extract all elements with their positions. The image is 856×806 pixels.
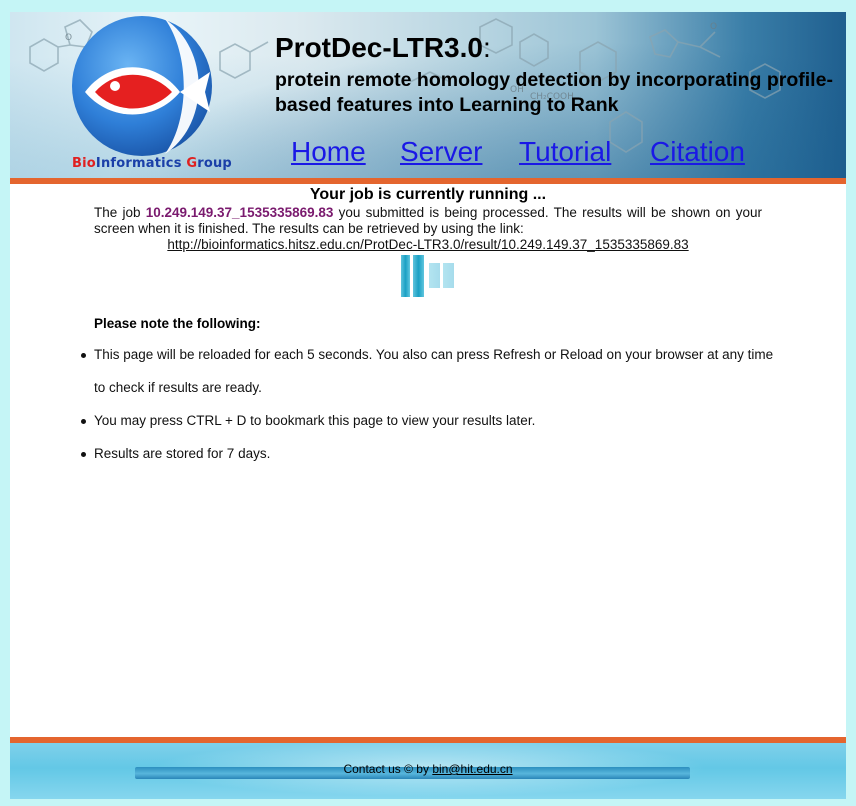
list-item: Results are stored for 7 days. [81,437,774,470]
nav-home-link[interactable]: Home [291,136,366,168]
list-item: This page will be reloaded for each 5 se… [81,338,774,404]
job-status-heading: Your job is currently running ... [309,186,547,203]
page-container: N O OH CH₂COOH O BioInforma [10,12,846,799]
header-divider [10,178,846,184]
job-id: 10.249.149.37_1535335869.83 [145,205,334,220]
list-item: You may press CTRL + D to bookmark this … [81,404,774,437]
group-logo-text: BioInformatics Group [72,156,232,171]
header-banner: N O OH CH₂COOH O BioInforma [10,12,846,178]
fish-logo-icon [72,16,212,156]
job-info-text: The job 10.249.149.37_1535335869.83 you … [94,205,762,236]
notes-heading: Please note the following: [94,316,261,331]
nav-tutorial-link[interactable]: Tutorial [519,136,611,168]
site-title: ProtDec-LTR3.0: [275,32,491,63]
contact-email-link[interactable]: bin@hit.edu.cn [432,762,512,776]
svg-text:O: O [710,22,717,32]
site-subtitle: protein remote homology detection by inc… [275,69,833,116]
result-link-container: http://bioinformatics.hitsz.edu.cn/ProtD… [10,237,846,252]
result-link[interactable]: http://bioinformatics.hitsz.edu.cn/ProtD… [167,237,688,252]
loading-spinner-icon [401,255,454,297]
footer: Contact us © by bin@hit.edu.cn [10,743,846,799]
nav-citation-link[interactable]: Citation [650,136,745,168]
nav-server-link[interactable]: Server [400,136,482,168]
footer-contact: Contact us © by bin@hit.edu.cn [343,762,513,776]
notes-list: This page will be reloaded for each 5 se… [81,338,774,470]
